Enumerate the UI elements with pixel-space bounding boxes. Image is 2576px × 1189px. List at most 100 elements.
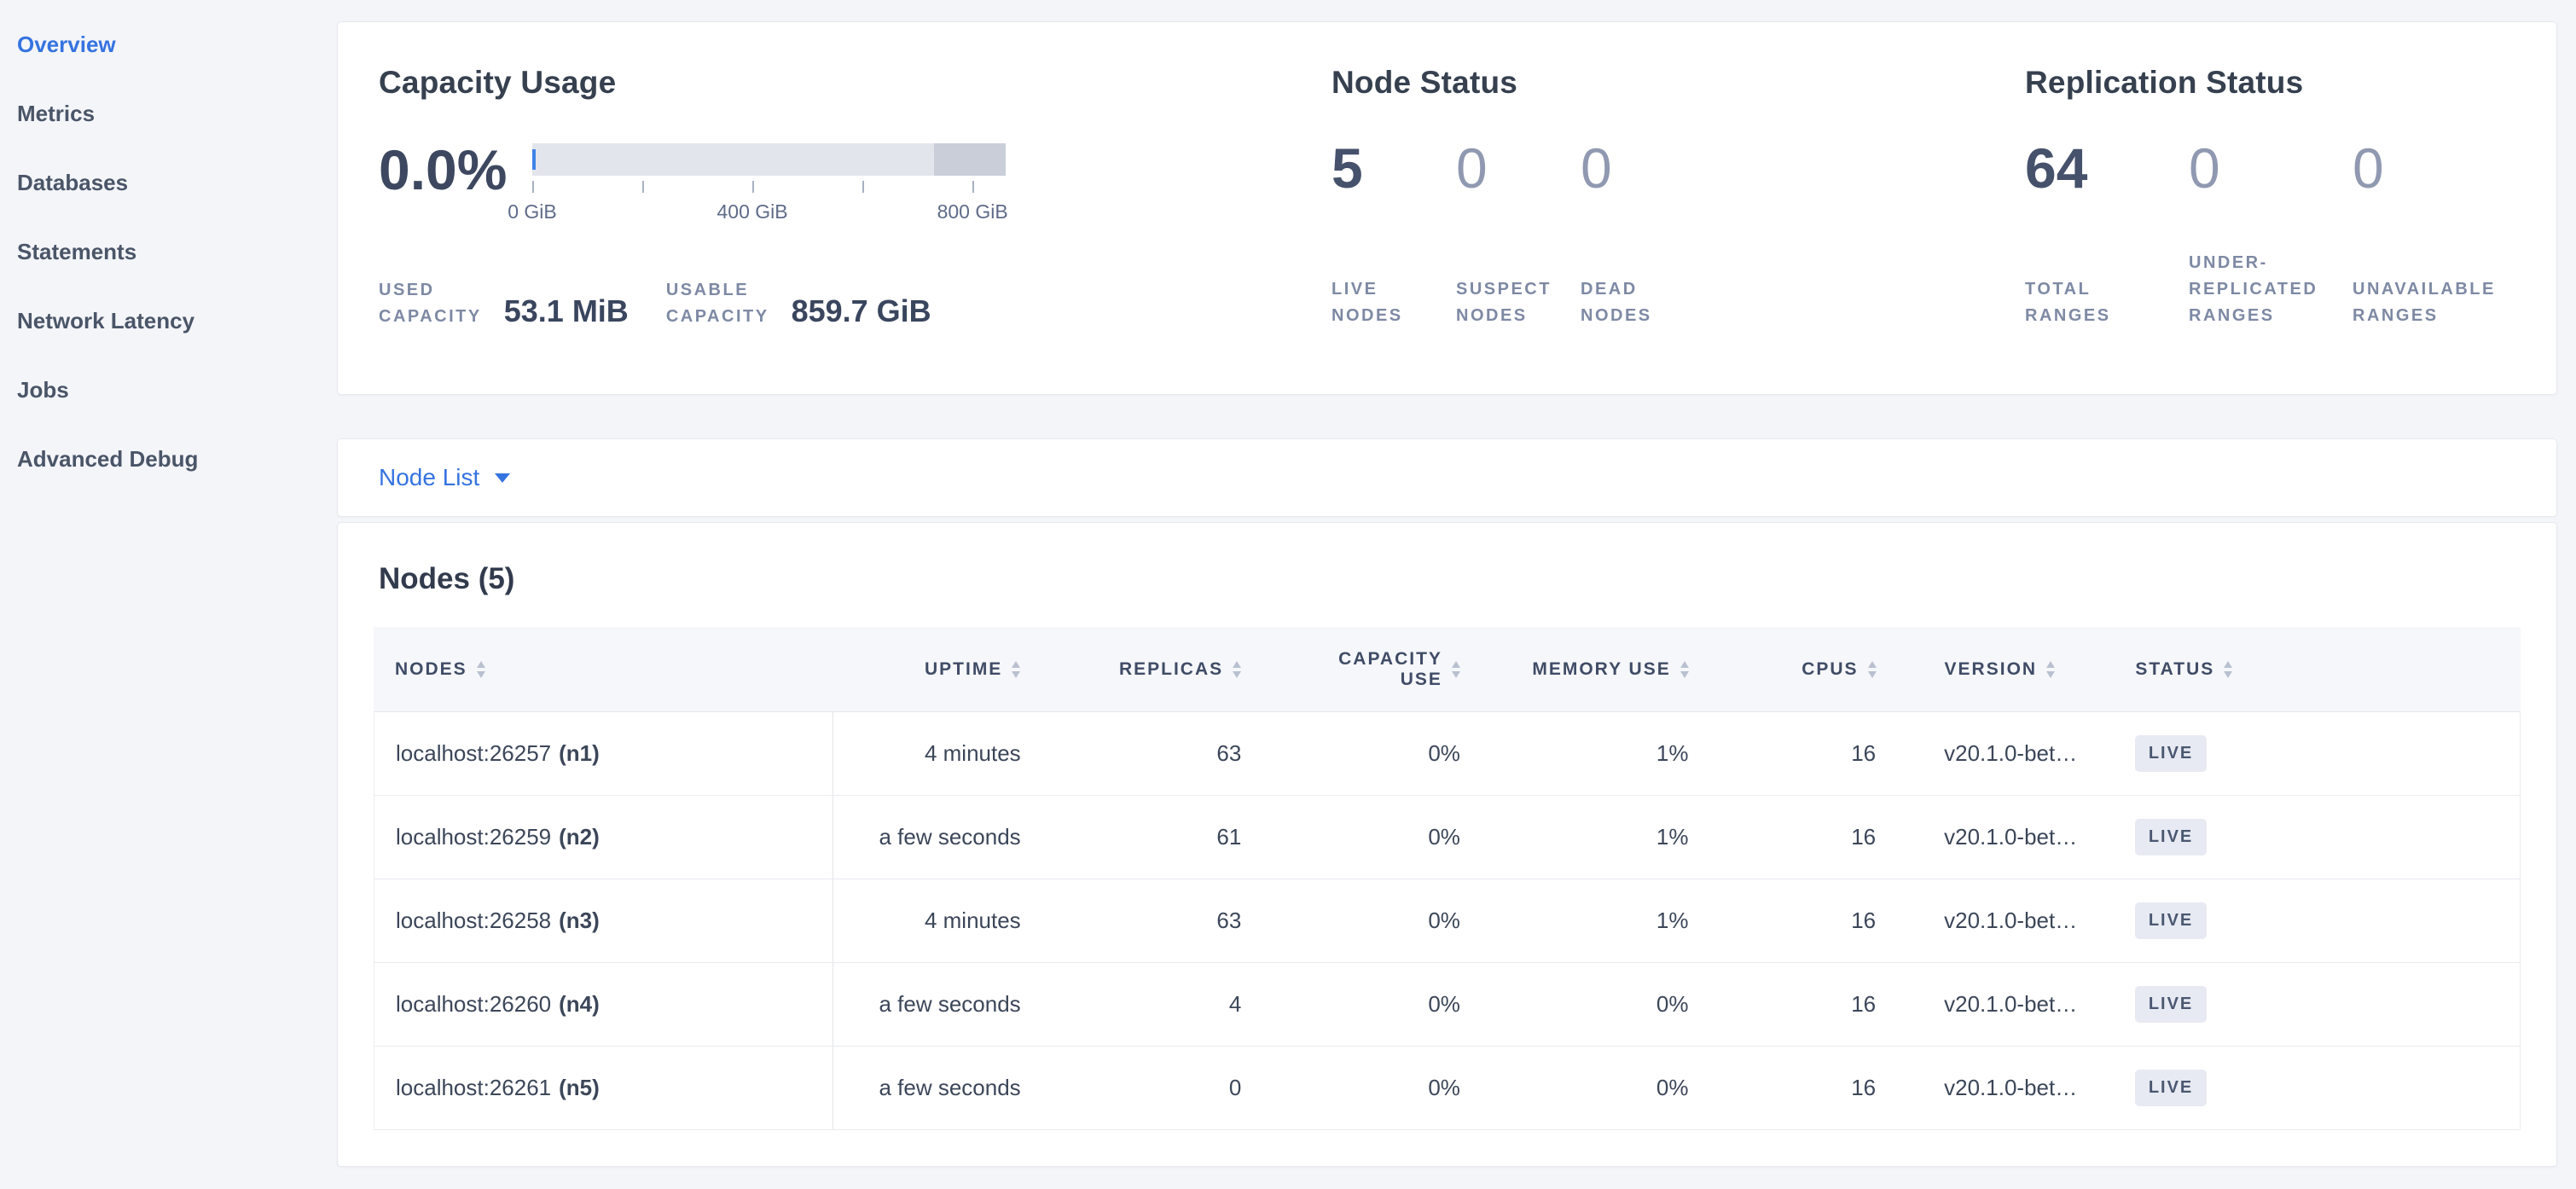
cell-cpus: 16	[1719, 712, 1906, 795]
status-badge: LIVE	[2135, 986, 2207, 1023]
sidebar-item-databases[interactable]: Databases	[17, 148, 337, 218]
used-capacity-label: USED CAPACITY	[379, 277, 482, 330]
capacity-usage-section: Capacity Usage 0.0%	[379, 65, 1006, 330]
sidebar-item-overview[interactable]: Overview	[17, 10, 337, 79]
capacity-gauge-used-marker	[532, 149, 536, 170]
replication-status-section: Replication Status 64 TOTAL RANGES 0 UND…	[2025, 65, 2516, 329]
live-nodes-value: 5	[1332, 140, 1456, 196]
column-header-version[interactable]: VERSION	[1907, 627, 2098, 711]
status-badge: LIVE	[2135, 735, 2207, 772]
cell-uptime: 4 minutes	[833, 712, 1052, 795]
cell-status: LIVE	[2097, 963, 2520, 1046]
dead-nodes-value: 0	[1581, 140, 1705, 196]
sidebar-item-advanced-debug[interactable]: Advanced Debug	[17, 425, 337, 494]
live-nodes-label: LIVE NODES	[1332, 276, 1456, 329]
capacity-gauge-bar	[532, 143, 1006, 176]
sort-icon	[2224, 661, 2232, 678]
capacity-usage-title: Capacity Usage	[379, 65, 1006, 101]
table-row[interactable]: localhost:26261 (n5) a few seconds 0 0% …	[374, 1047, 2520, 1130]
dead-nodes-label: DEAD NODES	[1581, 276, 1705, 329]
cell-replicas: 61	[1052, 796, 1273, 879]
node-address: localhost:26258	[396, 908, 551, 934]
node-address: localhost:26257	[396, 740, 551, 767]
node-status-section: Node Status 5 LIVE NODES 0 SUSPECT NODES…	[1332, 65, 1705, 329]
cell-memory-use: 1%	[1491, 712, 1720, 795]
unavailable-ranges-value: 0	[2353, 140, 2516, 196]
sidebar-item-metrics[interactable]: Metrics	[17, 79, 337, 148]
status-badge: LIVE	[2135, 819, 2207, 856]
node-list-dropdown[interactable]: Node List	[379, 464, 510, 491]
cell-uptime: 4 minutes	[833, 879, 1052, 962]
sort-icon	[1233, 661, 1241, 678]
capacity-gauge-ticks	[532, 181, 1006, 194]
node-address: localhost:26261	[396, 1075, 551, 1101]
usable-capacity-label: USABLE CAPACITY	[666, 277, 769, 330]
cell-cpus: 16	[1719, 879, 1906, 962]
sidebar-item-network-latency[interactable]: Network Latency	[17, 287, 337, 356]
total-ranges-label: TOTAL RANGES	[2025, 276, 2189, 329]
cell-status: LIVE	[2097, 796, 2520, 879]
unavailable-ranges-metric: 0 UNAVAILABLE RANGES	[2353, 140, 2516, 329]
chevron-down-icon	[495, 473, 510, 483]
nodes-table-title: Nodes (5)	[379, 562, 2556, 596]
column-header-status[interactable]: STATUS	[2097, 627, 2521, 711]
capacity-gauge-reserved-segment	[934, 143, 1006, 176]
node-status-title: Node Status	[1332, 65, 1705, 101]
column-header-capacity-use[interactable]: CAPACITY USE	[1272, 627, 1491, 711]
cell-status: LIVE	[2097, 1047, 2520, 1129]
cell-memory-use: 1%	[1491, 796, 1720, 879]
node-id: (n4)	[559, 991, 600, 1018]
table-row[interactable]: localhost:26260 (n4) a few seconds 4 0% …	[374, 963, 2520, 1047]
nodes-table: NODES UPTIME REPLICAS CAPACITY USE MEMOR…	[374, 627, 2521, 1130]
table-row[interactable]: localhost:26258 (n3) 4 minutes 63 0% 1% …	[374, 879, 2520, 963]
cell-capacity-use: 0%	[1272, 1047, 1491, 1129]
cell-node: localhost:26258 (n3)	[374, 879, 833, 962]
cell-node: localhost:26260 (n4)	[374, 963, 833, 1046]
cell-replicas: 0	[1052, 1047, 1273, 1129]
cell-node: localhost:26257 (n1)	[374, 712, 833, 795]
column-header-replicas[interactable]: REPLICAS	[1051, 627, 1272, 711]
gauge-tick-label-800: 800 GiB	[937, 200, 1008, 223]
cell-memory-use: 0%	[1491, 963, 1720, 1046]
sort-icon	[477, 661, 485, 678]
dead-nodes-metric: 0 DEAD NODES	[1581, 140, 1705, 329]
cell-memory-use: 0%	[1491, 1047, 1720, 1129]
under-replicated-ranges-label: UNDER- REPLICATED RANGES	[2189, 250, 2353, 329]
sidebar-item-statements[interactable]: Statements	[17, 218, 337, 287]
total-ranges-value: 64	[2025, 140, 2189, 196]
cell-capacity-use: 0%	[1272, 879, 1491, 962]
nodes-table-card: Nodes (5) NODES UPTIME REPLICAS CAPACITY…	[337, 522, 2557, 1167]
status-badge: LIVE	[2135, 1070, 2207, 1106]
node-id: (n2)	[559, 824, 600, 850]
cell-version: v20.1.0-bet…	[1906, 963, 2097, 1046]
node-address: localhost:26259	[396, 824, 551, 850]
cell-version: v20.1.0-bet…	[1906, 879, 2097, 962]
status-badge: LIVE	[2135, 902, 2207, 939]
cell-uptime: a few seconds	[833, 963, 1052, 1046]
node-list-dropdown-label: Node List	[379, 464, 479, 491]
sidebar-item-jobs[interactable]: Jobs	[17, 356, 337, 425]
cluster-summary-panel: Capacity Usage 0.0%	[337, 21, 2557, 395]
cell-replicas: 63	[1052, 879, 1273, 962]
sidebar: Overview Metrics Databases Statements Ne…	[0, 0, 337, 1189]
column-header-memory-use[interactable]: MEMORY USE	[1491, 627, 1720, 711]
sort-icon	[1868, 661, 1877, 678]
sort-icon	[2046, 661, 2055, 678]
live-nodes-metric: 5 LIVE NODES	[1332, 140, 1456, 329]
cell-replicas: 4	[1052, 963, 1273, 1046]
cell-cpus: 16	[1719, 1047, 1906, 1129]
cell-cpus: 16	[1719, 796, 1906, 879]
table-row[interactable]: localhost:26257 (n1) 4 minutes 63 0% 1% …	[374, 712, 2520, 796]
cell-status: LIVE	[2097, 879, 2520, 962]
cell-version: v20.1.0-bet…	[1906, 712, 2097, 795]
cell-node: localhost:26261 (n5)	[374, 1047, 833, 1129]
cell-uptime: a few seconds	[833, 796, 1052, 879]
column-header-cpus[interactable]: CPUS	[1720, 627, 1907, 711]
column-header-nodes[interactable]: NODES	[374, 627, 833, 711]
cell-node: localhost:26259 (n2)	[374, 796, 833, 879]
cell-replicas: 63	[1052, 712, 1273, 795]
gauge-tick-label-400: 400 GiB	[717, 200, 788, 223]
table-row[interactable]: localhost:26259 (n2) a few seconds 61 0%…	[374, 796, 2520, 879]
cell-memory-use: 1%	[1491, 879, 1720, 962]
column-header-uptime[interactable]: UPTIME	[833, 627, 1052, 711]
